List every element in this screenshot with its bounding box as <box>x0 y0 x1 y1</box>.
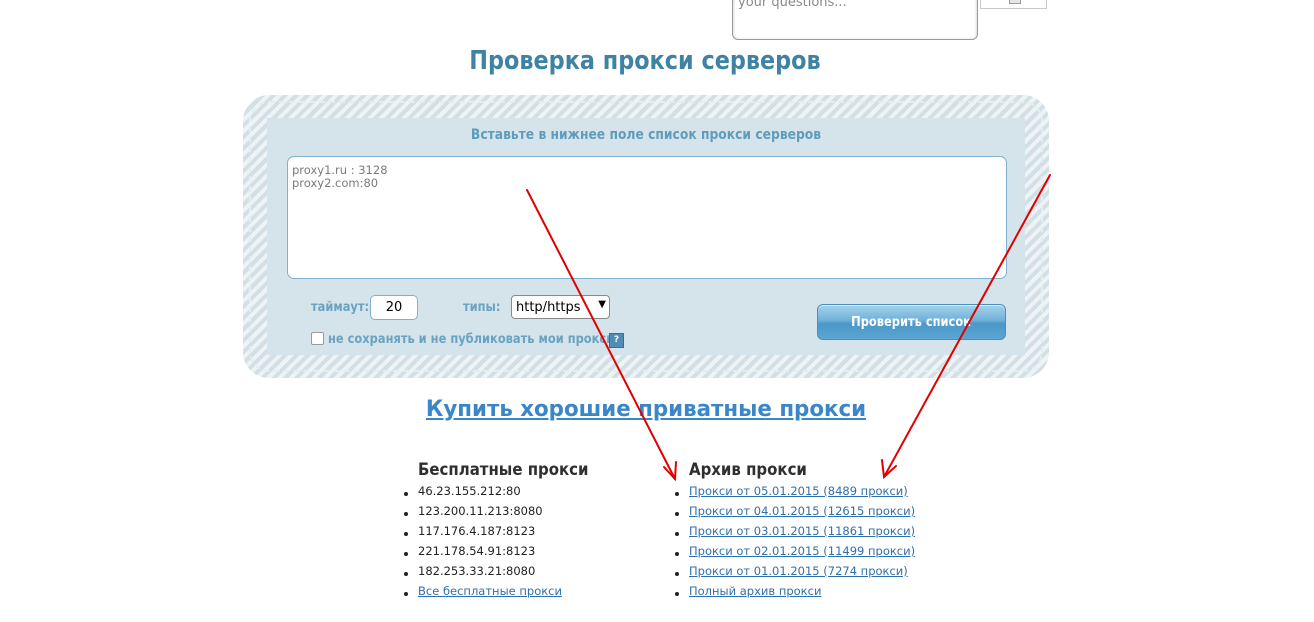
annotation-arrow-icon <box>526 189 676 480</box>
annotation-arrow-icon <box>883 174 1051 478</box>
annotation-arrows <box>526 174 1051 482</box>
